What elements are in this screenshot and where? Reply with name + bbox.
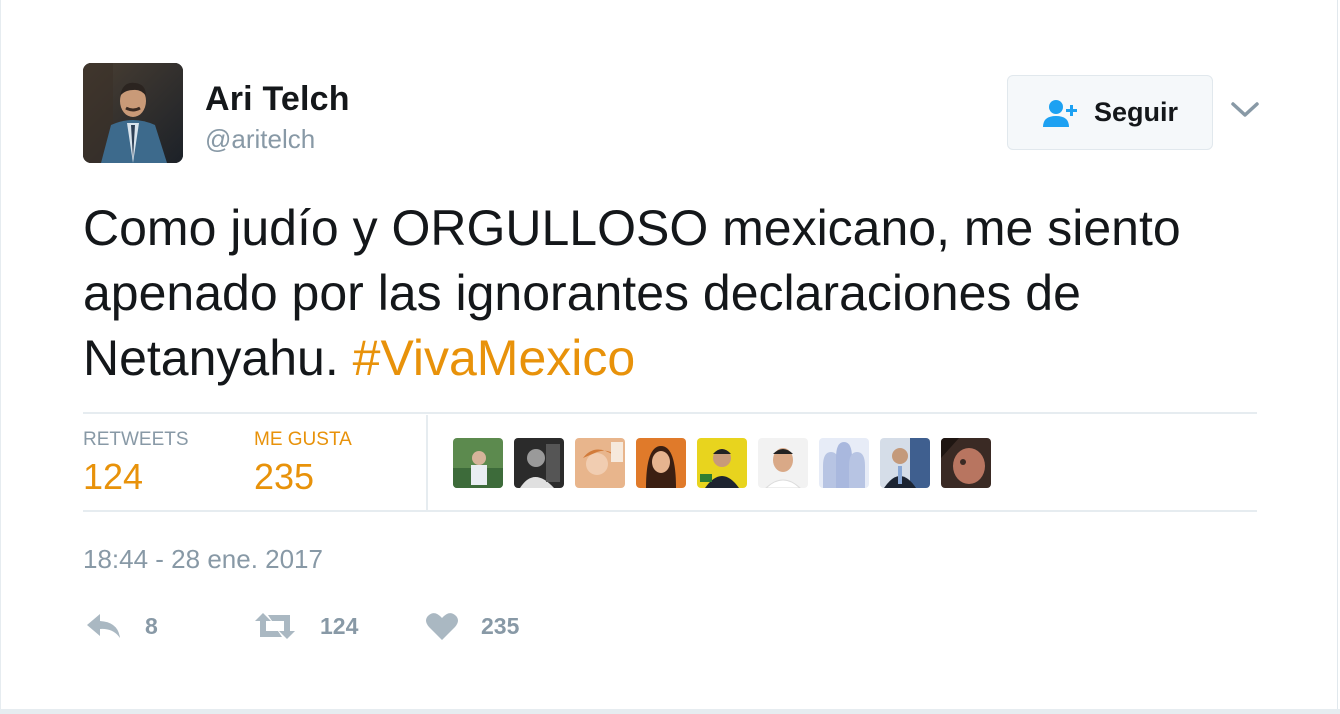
retweet-icon [254,611,296,641]
liker-avatar[interactable] [575,438,625,488]
heart-icon [425,611,459,641]
liker-avatar[interactable] [453,438,503,488]
liker-avatar[interactable] [758,438,808,488]
reply-icon [85,611,123,641]
stats-bottom-divider [83,510,1257,512]
retweet-button[interactable]: 124 [254,606,358,646]
likes-label[interactable]: ME GUSTA [254,429,352,451]
liker-avatar[interactable] [880,438,930,488]
author-name[interactable]: Ari Telch [205,80,350,119]
liker-avatar[interactable] [514,438,564,488]
reply-count: 8 [145,612,158,639]
stats-separator [426,415,428,511]
author-handle[interactable]: @aritelch [205,124,315,155]
follow-button[interactable]: Seguir [1007,75,1213,150]
author-avatar[interactable] [83,63,183,163]
retweets-value[interactable]: 124 [83,456,143,498]
liker-avatar[interactable] [941,438,991,488]
reply-button[interactable]: 8 [85,606,158,646]
liker-avatar[interactable] [819,438,869,488]
liker-avatar[interactable] [636,438,686,488]
likes-value[interactable]: 235 [254,456,314,498]
tweet-card: Ari Telch @aritelch Seguir Como judío y … [0,0,1338,710]
card-bottom-edge [0,709,1340,714]
like-count: 235 [481,612,520,639]
likers-avatars [453,438,1002,488]
follow-button-label: Seguir [1093,97,1179,127]
tweet-timestamp[interactable]: 18:44 - 28 ene. 2017 [83,544,323,575]
liker-avatar[interactable] [697,438,747,488]
stats-top-divider [83,412,1257,414]
hashtag-link[interactable]: #VivaMexico [353,330,636,386]
add-user-icon [1042,98,1080,128]
like-button[interactable]: 235 [425,606,519,646]
retweets-label[interactable]: RETWEETS [83,429,189,451]
retweet-count: 124 [320,612,359,639]
author-photo [83,63,183,163]
chevron-down-icon[interactable] [1229,96,1261,124]
tweet-text: Como judío y ORGULLOSO mexicano, me sien… [83,196,1253,391]
